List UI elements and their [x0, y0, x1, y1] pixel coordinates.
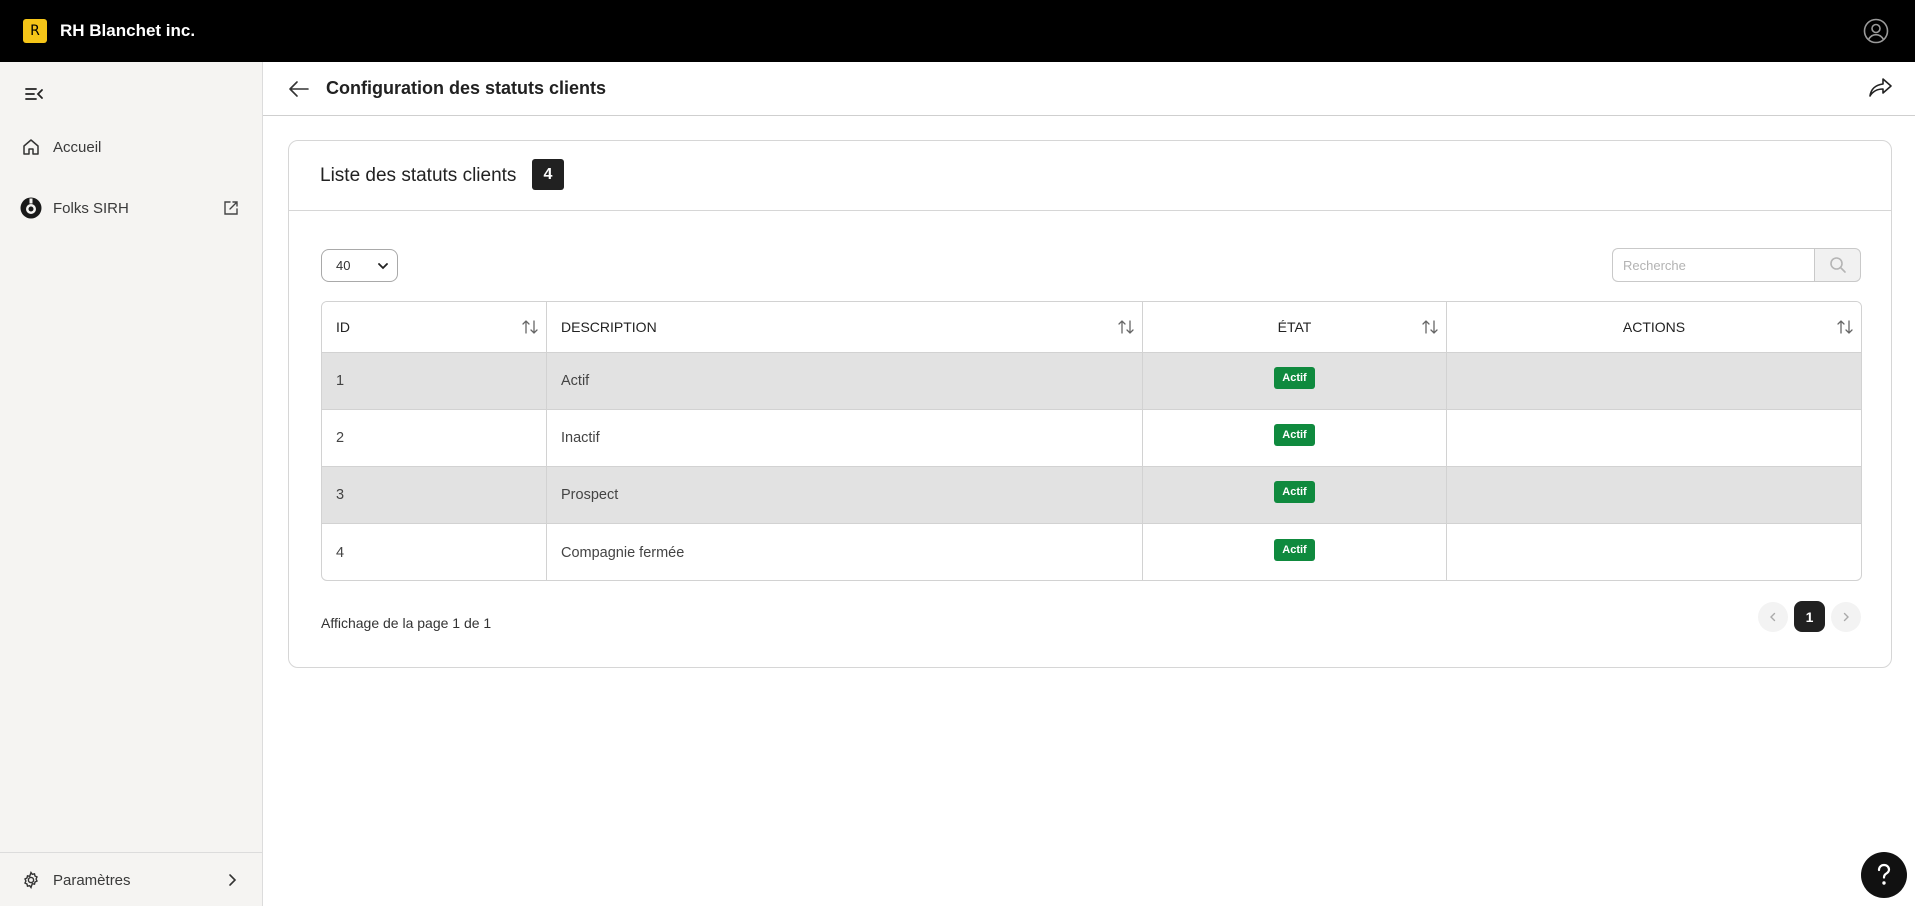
per-page-value: 40 [336, 258, 351, 273]
cell-actions [1447, 353, 1861, 409]
column-header-label: DESCRIPTION [561, 319, 657, 335]
table-header-row: ID DESCRIPTION ÉTAT ACTIONS [322, 302, 1861, 353]
sort-icon [1837, 320, 1853, 334]
sidebar-item-label: Folks SIRH [53, 199, 129, 217]
cell-description: Inactif [547, 410, 1143, 466]
cell-id: 4 [322, 524, 547, 580]
gear-icon [20, 869, 42, 891]
cell-state: Actif [1143, 467, 1447, 523]
sort-icon [1422, 320, 1438, 334]
table-row[interactable]: 1 Actif Actif [322, 353, 1861, 410]
sidebar-item-parametres[interactable]: Paramètres [20, 865, 245, 895]
column-header-etat[interactable]: ÉTAT [1143, 302, 1447, 352]
card-title: Liste des statuts clients [320, 165, 517, 186]
cell-description: Compagnie fermée [547, 524, 1143, 580]
search-group [1612, 248, 1861, 282]
status-table: ID DESCRIPTION ÉTAT ACTIONS 1 Actif Acti… [321, 301, 1862, 581]
home-icon [20, 136, 42, 158]
sidebar-item-label: Paramètres [53, 871, 131, 889]
page-header: Configuration des statuts clients [263, 62, 1915, 116]
card-header: Liste des statuts clients 4 [289, 141, 1891, 211]
status-badge: Actif [1274, 367, 1315, 389]
column-header-label: ÉTAT [1277, 319, 1312, 335]
cell-actions [1447, 410, 1861, 466]
table-row[interactable]: 4 Compagnie fermée Actif [322, 524, 1861, 580]
prev-page-button[interactable] [1758, 601, 1788, 632]
cell-state: Actif [1143, 353, 1447, 409]
status-badge: Actif [1274, 481, 1315, 503]
cell-id: 3 [322, 467, 547, 523]
sidebar: Accueil Folks SIRH Paramètres [0, 62, 263, 906]
table-row[interactable]: 2 Inactif Actif [322, 410, 1861, 467]
folks-logo-icon [20, 197, 42, 219]
cell-description: Prospect [547, 467, 1143, 523]
column-header-label: ID [336, 319, 350, 335]
count-badge: 4 [532, 159, 564, 190]
status-badge: Actif [1274, 424, 1315, 446]
cell-description: Actif [547, 353, 1143, 409]
pagination: 1 [1758, 601, 1861, 632]
sidebar-item-label: Accueil [53, 138, 102, 156]
sidebar-item-folks-sirh[interactable]: Folks SIRH [20, 193, 245, 223]
column-header-label: ACTIONS [1622, 319, 1686, 335]
search-button[interactable] [1814, 248, 1861, 282]
collapse-menu-icon[interactable] [24, 84, 44, 104]
sidebar-item-accueil[interactable]: Accueil [20, 132, 245, 162]
status-list-card: Liste des statuts clients 4 40 ID DESCRI… [288, 140, 1892, 668]
cell-state: Actif [1143, 410, 1447, 466]
page-title: Configuration des statuts clients [326, 78, 607, 98]
cell-state: Actif [1143, 524, 1447, 580]
sort-icon [522, 320, 538, 334]
cell-actions [1447, 524, 1861, 580]
cell-id: 2 [322, 410, 547, 466]
column-header-actions[interactable]: ACTIONS [1447, 302, 1861, 352]
column-header-description[interactable]: DESCRIPTION [547, 302, 1143, 352]
top-bar: R RH Blanchet inc. [0, 0, 1915, 62]
cell-actions [1447, 467, 1861, 523]
chevron-down-icon [378, 263, 388, 270]
search-icon [1829, 257, 1846, 273]
sidebar-footer: Paramètres [0, 852, 262, 906]
chevron-right-icon [1843, 612, 1849, 621]
chevron-left-icon [1770, 612, 1776, 621]
external-link-icon[interactable] [222, 199, 240, 217]
search-input[interactable] [1612, 248, 1814, 282]
column-header-id[interactable]: ID [322, 302, 547, 352]
per-page-select[interactable]: 40 [321, 249, 398, 282]
table-row[interactable]: 3 Prospect Actif [322, 467, 1861, 524]
cell-id: 1 [322, 353, 547, 409]
question-icon [1877, 863, 1891, 885]
company-name[interactable]: RH Blanchet inc. [60, 21, 195, 41]
company-logo[interactable]: R [23, 19, 47, 43]
arrow-left-icon[interactable] [287, 77, 311, 101]
page-number-button[interactable]: 1 [1794, 601, 1825, 632]
pagination-info: Affichage de la page 1 de 1 [321, 615, 492, 631]
chevron-right-icon[interactable] [224, 872, 240, 888]
next-page-button[interactable] [1831, 601, 1861, 632]
user-circle-icon[interactable] [1863, 18, 1889, 44]
status-badge: Actif [1274, 538, 1315, 561]
help-button[interactable] [1861, 852, 1907, 898]
sort-icon [1118, 320, 1134, 334]
share-icon[interactable] [1867, 76, 1893, 100]
